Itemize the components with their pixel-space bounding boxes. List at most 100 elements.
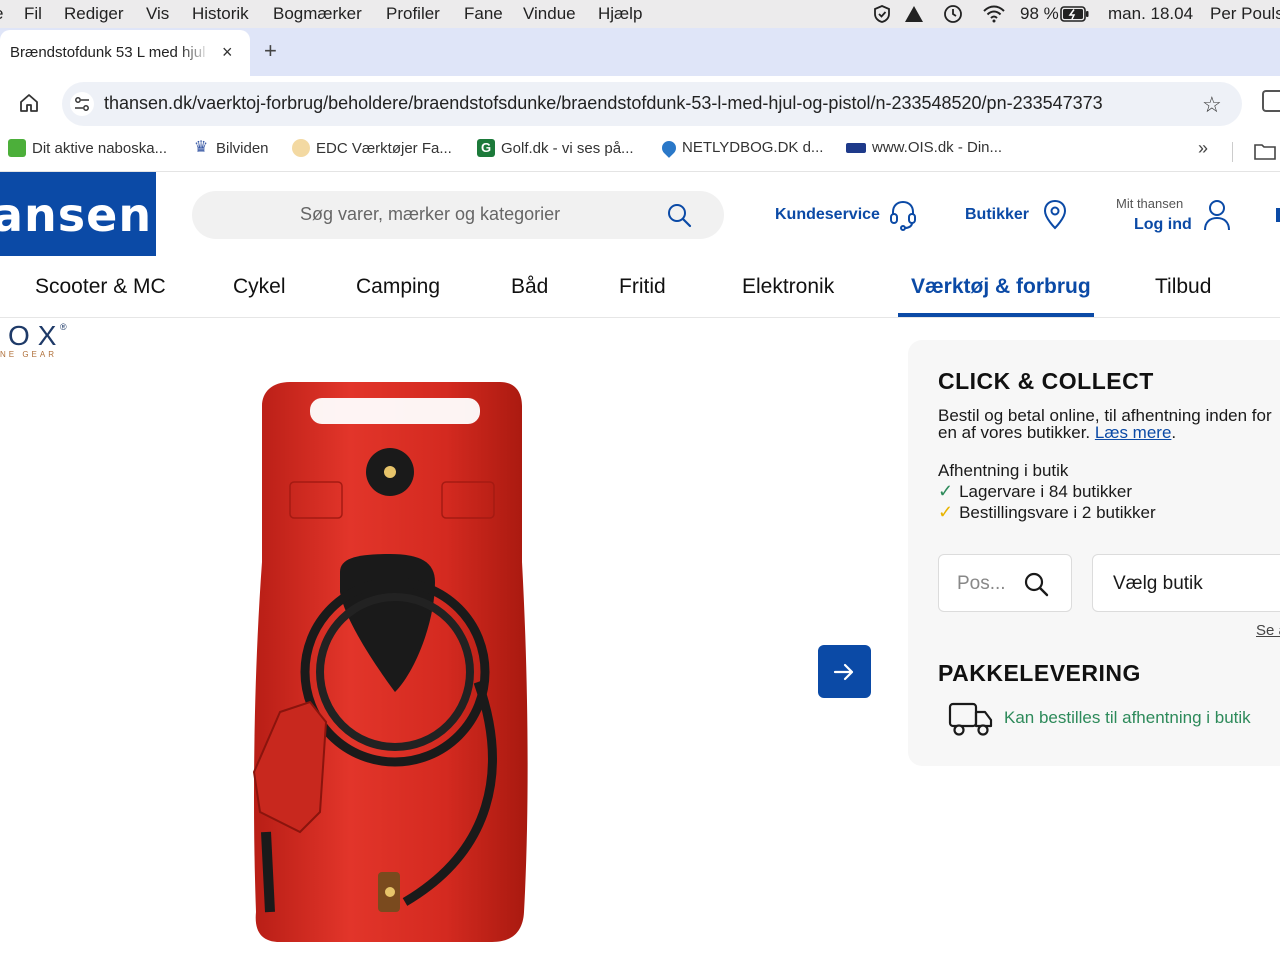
category-fritid[interactable]: Fritid <box>619 275 666 299</box>
delivery-text: Kan bestilles til afhentning i butik <box>1004 708 1251 727</box>
battery-icon[interactable] <box>1060 6 1090 22</box>
see-all-stores-link[interactable]: Se a <box>1256 622 1280 639</box>
bookmark-label: EDC Værktøjer Fa... <box>316 139 452 157</box>
menu-item-historik[interactable]: Historik <box>192 4 249 24</box>
crown-icon: ♛ <box>193 139 209 156</box>
logo-text: ansen <box>0 188 153 242</box>
menu-item-fane[interactable]: Fane <box>464 4 503 24</box>
stock-in-text: Lagervare i 84 butikker <box>959 482 1133 501</box>
postal-code-input[interactable]: Pos... <box>938 554 1072 612</box>
registered-mark: ® <box>60 322 67 332</box>
bookmarks-overflow-icon[interactable]: » <box>1198 138 1208 159</box>
clock[interactable]: man. 18.04 <box>1108 4 1193 24</box>
category-baad[interactable]: Båd <box>511 275 548 299</box>
next-image-button[interactable] <box>818 645 871 698</box>
availability-panel: CLICK & COLLECT Bestil og betal online, … <box>908 340 1280 766</box>
bookmark-item[interactable]: NETLYDBOG.DK d... <box>659 137 824 158</box>
active-category-underline <box>898 313 1094 317</box>
store-select-label: Vælg butik <box>1113 573 1203 594</box>
new-tab-button[interactable]: + <box>264 38 277 64</box>
pickup-heading: Afhentning i butik <box>938 461 1069 480</box>
bookmarks-bar: Dit aktive naboska... ♛ Bilviden EDC Vær… <box>0 132 1280 172</box>
check-green-icon: ✓ <box>938 481 954 501</box>
stores-link[interactable]: Butikker <box>965 206 1029 224</box>
my-account-label: Mit thansen <box>1116 196 1184 211</box>
menu-item-hjaelp[interactable]: Hjælp <box>598 4 642 24</box>
extensions-icon[interactable] <box>1262 90 1280 112</box>
search-icon[interactable] <box>666 202 692 228</box>
bookmark-label: Golf.dk - vi ses på... <box>501 139 634 157</box>
time-machine-icon[interactable] <box>942 3 964 25</box>
category-scooter-mc[interactable]: Scooter & MC <box>35 275 166 299</box>
brand-letters: OX <box>8 320 65 351</box>
url-text[interactable]: thansen.dk/vaerktoj-forbrug/beholdere/br… <box>104 93 1103 114</box>
category-tilbud[interactable]: Tilbud <box>1155 275 1211 299</box>
site-logo[interactable]: ansen <box>0 172 156 256</box>
bookmark-label: NETLYDBOG.DK d... <box>682 139 824 156</box>
click-collect-desc-2: en af vores butikker. Læs mere. <box>938 423 1176 443</box>
menu-item-vis[interactable]: Vis <box>146 4 169 24</box>
bookmarks-divider <box>1232 142 1233 162</box>
site-header: ansen Søg varer, mærker og kategorier Ku… <box>0 172 1280 256</box>
headset-icon[interactable] <box>888 199 918 231</box>
tab-active[interactable]: Brændstofdunk 53 L med hjul × <box>0 30 250 76</box>
read-more-link[interactable]: Læs mere <box>1095 423 1172 442</box>
shield-icon[interactable] <box>872 4 892 24</box>
browser-toolbar: thansen.dk/vaerktoj-forbrug/beholdere/br… <box>0 76 1280 132</box>
category-elektronik[interactable]: Elektronik <box>742 275 834 299</box>
bookmark-item[interactable]: G Golf.dk - vi ses på... <box>477 139 634 157</box>
menu-item-vindue[interactable]: Vindue <box>523 4 576 24</box>
bookmark-label: Bilviden <box>216 139 269 157</box>
location-pin-icon[interactable] <box>1042 199 1068 231</box>
battery-percent: 98 % <box>1020 4 1059 23</box>
drive-icon[interactable] <box>904 5 924 23</box>
bookmark-item[interactable]: www.OIS.dk - Din... <box>846 139 1002 156</box>
stock-in-row: ✓ Lagervare i 84 butikker <box>938 481 1132 502</box>
folder-icon[interactable] <box>1254 142 1276 160</box>
bookmark-label: www.OIS.dk - Din... <box>872 139 1003 156</box>
truck-icon <box>948 702 993 736</box>
login-link[interactable]: Log ind <box>1134 216 1192 234</box>
brand-logo: OX ® NE GEAR <box>0 320 80 360</box>
search-input[interactable]: Søg varer, mærker og kategorier <box>192 191 724 239</box>
category-cykel[interactable]: Cykel <box>233 275 286 299</box>
desc-text: en af vores butikker. <box>938 423 1091 442</box>
wifi-icon[interactable] <box>982 5 1006 23</box>
customer-service-link[interactable]: Kundeservice <box>775 206 880 224</box>
bookmark-item[interactable]: ♛ Bilviden <box>192 139 269 157</box>
ois-icon <box>846 142 866 153</box>
cart-icon-edge[interactable] <box>1276 208 1280 222</box>
product-image[interactable] <box>230 372 540 952</box>
store-select[interactable]: Vælg butik <box>1092 554 1280 612</box>
tab-title: Brændstofdunk 53 L med hjul <box>10 44 206 61</box>
site-info-icon[interactable] <box>70 92 94 116</box>
postal-placeholder: Pos... <box>957 573 1006 594</box>
category-vaerktoej-forbrug[interactable]: Værktøj & forbrug <box>911 275 1091 299</box>
check-yellow-icon: ✓ <box>938 502 954 522</box>
menu-item-rediger[interactable]: Rediger <box>64 4 124 24</box>
user-icon[interactable] <box>1202 198 1232 232</box>
macos-menubar: e Fil Rediger Vis Historik Bogmærker Pro… <box>0 0 1280 28</box>
menu-item-app[interactable]: e <box>0 4 3 24</box>
nabolag-icon <box>8 139 26 157</box>
bookmark-item[interactable]: Dit aktive naboska... <box>8 139 167 157</box>
drop-icon <box>659 137 679 158</box>
menu-item-bogmaerker[interactable]: Bogmærker <box>273 4 362 24</box>
delivery-title: PAKKELEVERING <box>938 660 1141 686</box>
bookmark-star-icon[interactable]: ☆ <box>1202 92 1222 118</box>
tab-close-button[interactable]: × <box>222 42 233 63</box>
desc-period: . <box>1171 423 1177 442</box>
arrow-right-icon <box>833 663 854 681</box>
search-icon[interactable] <box>1023 571 1049 597</box>
bookmark-item[interactable]: EDC Værktøjer Fa... <box>292 139 452 157</box>
address-bar[interactable]: thansen.dk/vaerktoj-forbrug/beholdere/br… <box>62 82 1242 126</box>
menu-item-fil[interactable]: Fil <box>24 4 42 24</box>
stock-order-text: Bestillingsvare i 2 butikker <box>959 503 1156 522</box>
brand-subtitle: NE GEAR <box>0 350 58 359</box>
category-camping[interactable]: Camping <box>356 275 440 299</box>
user-name[interactable]: Per Pouls <box>1210 4 1280 24</box>
menu-item-profiler[interactable]: Profiler <box>386 4 440 24</box>
home-icon[interactable] <box>18 92 40 114</box>
bookmark-label: Dit aktive naboska... <box>32 139 168 157</box>
click-collect-title: CLICK & COLLECT <box>938 368 1154 394</box>
